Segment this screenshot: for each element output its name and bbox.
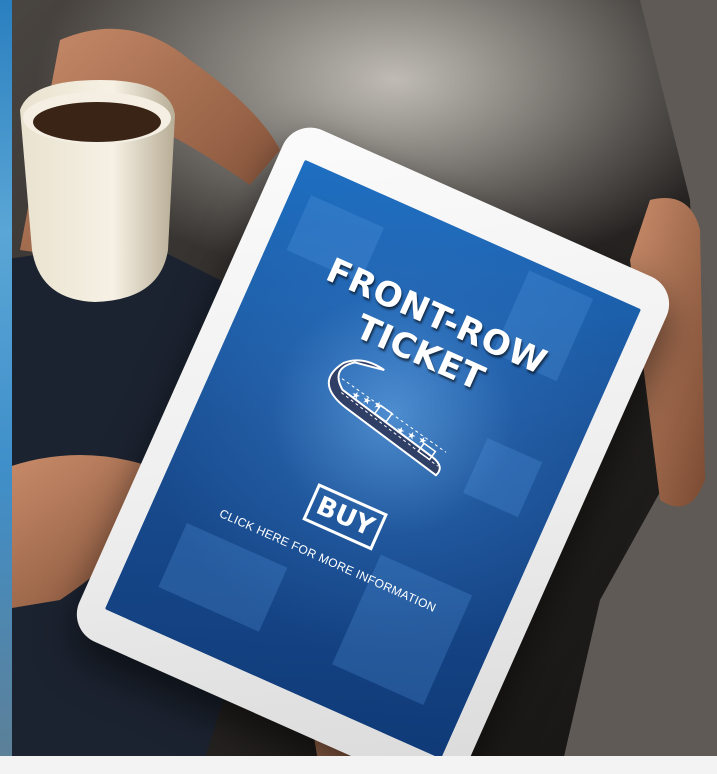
photo-scene: FRONT-ROW TICKET ★ ★ ★ ★ ★ ★ BUY CLICK H… [0, 0, 717, 774]
screen-tile [463, 437, 543, 518]
left-edge-strip [0, 0, 12, 774]
bottom-edge-strip [0, 756, 717, 774]
buy-button[interactable]: BUY [302, 483, 388, 551]
coffee [33, 102, 161, 142]
